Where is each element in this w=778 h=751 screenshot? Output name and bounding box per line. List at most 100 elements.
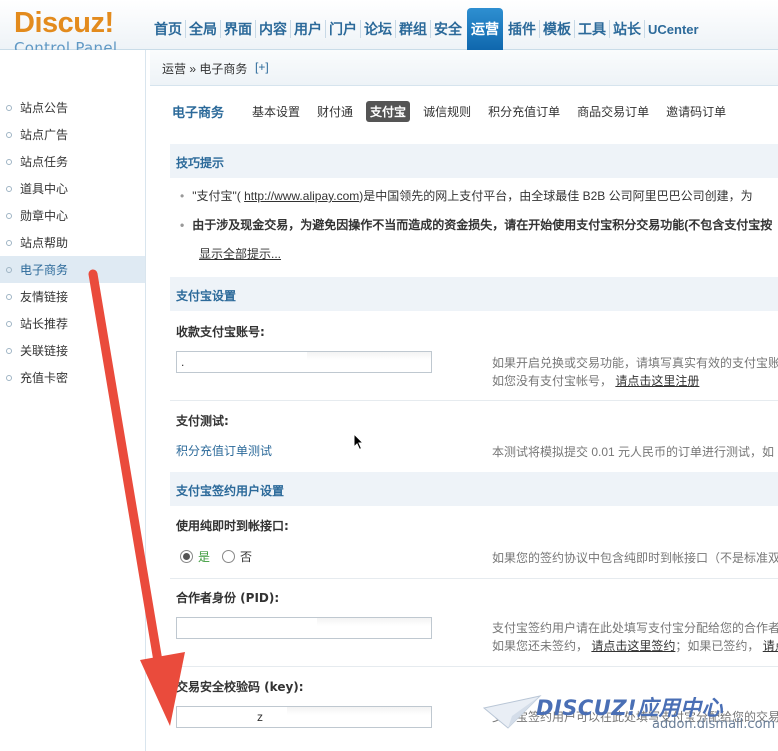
hint-text: ；如果已签约， [675, 639, 760, 653]
sidebar-item-medals[interactable]: 勋章中心 [0, 202, 145, 229]
nav-forum[interactable]: 论坛 [361, 8, 395, 50]
show-all-tips-link[interactable]: 显示全部提示... [199, 245, 281, 262]
paper-plane-icon [482, 695, 542, 729]
nav-users[interactable]: 用户 [291, 8, 325, 50]
hint-text: 如果您还未签约， [492, 639, 589, 653]
sidebar-item-label: 电子商务 [20, 263, 69, 277]
logo-word: Discuz [14, 7, 105, 39]
nav-plugins[interactable]: 插件 [505, 8, 539, 50]
sign-up-link[interactable]: 请点击这里签约 [591, 639, 675, 653]
nav-security[interactable]: 安全 [431, 8, 465, 50]
main-content: 电子商务 基本设置 财付通 支付宝 诚信规则 积分充值订单 商品交易订单 邀请码… [150, 86, 778, 751]
direct-hint: 如果您的签约协议中包含纯即时到帐接口（不是标准双 [492, 551, 778, 565]
mouse-cursor-icon [353, 433, 365, 451]
tab-credit-orders[interactable]: 积分充值订单 [484, 101, 564, 122]
breadcrumb: 运营 » 电子商务 [162, 62, 248, 76]
pid-field[interactable] [176, 617, 432, 639]
sidebar-menu: 站点公告 站点广告 站点任务 道具中心 勋章中心 站点帮助 电子商务 友情链接 … [0, 94, 145, 391]
nav-global[interactable]: 全局 [186, 8, 220, 50]
tip-text: "支付宝"( [192, 189, 241, 203]
account-hint: 如果开启兑换或交易功能，请填写真实有效的支付宝账 如您没有支付宝帐号， 请点击这… [492, 354, 778, 390]
bullet-icon [6, 293, 12, 300]
tab-basic[interactable]: 基本设置 [248, 101, 304, 122]
watermark: DISCUZ!应用中心 addon.dismall.com [482, 690, 778, 751]
hint-line: 支付宝签约用户请在此处填写支付宝分配给您的合作者 [492, 621, 778, 635]
tab-trade-orders[interactable]: 商品交易订单 [573, 101, 653, 122]
register-link[interactable]: 请点击这里注册 [615, 374, 699, 388]
breadcrumb-bar: 运营 » 电子商务 [+] [150, 50, 778, 86]
key-label: 交易安全校验码 (key): [176, 680, 304, 694]
tip-item: • 由于涉及现金交易，为避免因操作不当而造成的资金损失，请在开始使用支付宝积分交易… [180, 216, 772, 233]
nav-style[interactable]: 界面 [221, 8, 255, 50]
tab-credit-rules[interactable]: 诚信规则 [419, 101, 475, 122]
sidebar-item-label: 友情链接 [20, 290, 69, 304]
alipay-settings-header: 支付宝设置 [170, 277, 778, 311]
sidebar-item-label: 站点公告 [20, 101, 69, 115]
bullet-icon [6, 212, 12, 219]
sidebar-item-relatedlinks[interactable]: 关联链接 [0, 337, 145, 364]
bullet-icon [6, 239, 12, 246]
bullet-icon [6, 158, 12, 165]
sidebar-item-recommend[interactable]: 站长推荐 [0, 310, 145, 337]
nav-home[interactable]: 首页 [151, 8, 185, 50]
sidebar: 站点公告 站点广告 站点任务 道具中心 勋章中心 站点帮助 电子商务 友情链接 … [0, 50, 146, 751]
bullet-icon [6, 347, 12, 354]
sidebar-item-label: 道具中心 [20, 182, 69, 196]
sidebar-item-cardcodes[interactable]: 充值卡密 [0, 364, 145, 391]
sidebar-item-label: 站点帮助 [20, 236, 69, 250]
nav-templates[interactable]: 模板 [540, 8, 574, 50]
top-nav: 首页 全局 界面 内容 用户 门户 论坛 群组 安全 运营 插件 模板 工具 站… [151, 8, 702, 50]
add-shortcut-button[interactable]: [+] [255, 60, 269, 74]
pid-label: 合作者身份 (PID): [176, 591, 280, 605]
bullet-icon [6, 374, 12, 381]
alipay-account-field[interactable]: . [176, 351, 432, 373]
sidebar-item-label: 关联链接 [20, 344, 69, 358]
sidebar-item-tasks[interactable]: 站点任务 [0, 148, 145, 175]
sidebar-item-label: 站点任务 [20, 155, 69, 169]
row-divider [170, 666, 778, 667]
key-field[interactable]: z [176, 706, 432, 728]
sidebar-item-label: 站点广告 [20, 128, 69, 142]
signed-link[interactable]: 请点 [763, 639, 778, 653]
sidebar-item-help[interactable]: 站点帮助 [0, 229, 145, 256]
sidebar-item-ads[interactable]: 站点广告 [0, 121, 145, 148]
radio-no[interactable] [222, 550, 236, 563]
radio-yes-label[interactable]: 是 [198, 548, 210, 565]
radio-yes[interactable] [180, 550, 193, 563]
bullet-icon [6, 131, 12, 138]
nav-ucenter[interactable]: UCenter [645, 8, 702, 50]
sidebar-item-label: 站长推荐 [20, 317, 69, 331]
header: Discuz! Control Panel 首页 全局 界面 内容 用户 门户 … [0, 0, 778, 57]
tab-tenpay[interactable]: 财付通 [313, 101, 357, 122]
direct-label: 使用纯即时到帐接口: [176, 519, 289, 533]
section-title: 电子商务 [172, 105, 225, 121]
tab-alipay[interactable]: 支付宝 [366, 100, 411, 122]
bullet-icon [6, 104, 12, 111]
hint-text: 如您没有支付宝帐号， [492, 374, 613, 388]
alipay-link[interactable]: http://www.alipay.com [244, 189, 359, 203]
nav-group[interactable]: 群组 [396, 8, 430, 50]
bullet-icon [6, 185, 12, 192]
nav-tools[interactable]: 工具 [575, 8, 609, 50]
sidebar-item-ecommerce[interactable]: 电子商务 [0, 256, 145, 283]
nav-portal[interactable]: 门户 [326, 8, 360, 50]
subnav: 电子商务 基本设置 财付通 支付宝 诚信规则 积分充值订单 商品交易订单 邀请码… [172, 100, 739, 122]
nav-content[interactable]: 内容 [256, 8, 290, 50]
nav-admin[interactable]: 站长 [610, 8, 644, 50]
field-value: z [257, 710, 263, 724]
tab-invite-orders[interactable]: 邀请码订单 [662, 101, 730, 122]
test-label: 支付测试: [176, 414, 229, 428]
row-divider [170, 578, 778, 579]
bullet-icon [6, 320, 12, 327]
credit-order-test-link[interactable]: 积分充值订单测试 [176, 442, 272, 459]
sidebar-item-magic[interactable]: 道具中心 [0, 175, 145, 202]
tips-header: 技巧提示 [170, 144, 778, 178]
radio-no-label[interactable]: 否 [240, 548, 252, 565]
sidebar-item-announcements[interactable]: 站点公告 [0, 94, 145, 121]
field-value: . [181, 355, 185, 369]
bullet-icon: • [180, 218, 185, 232]
sidebar-item-friendlinks[interactable]: 友情链接 [0, 283, 145, 310]
nav-operation[interactable]: 运营 [467, 8, 503, 50]
tip-text: )是中国领先的网上支付平台，由全球最佳 B2B 公司阿里巴巴公司创建，为 [359, 189, 753, 203]
hint-line: 如您没有支付宝帐号， 请点击这里注册 [492, 372, 778, 390]
